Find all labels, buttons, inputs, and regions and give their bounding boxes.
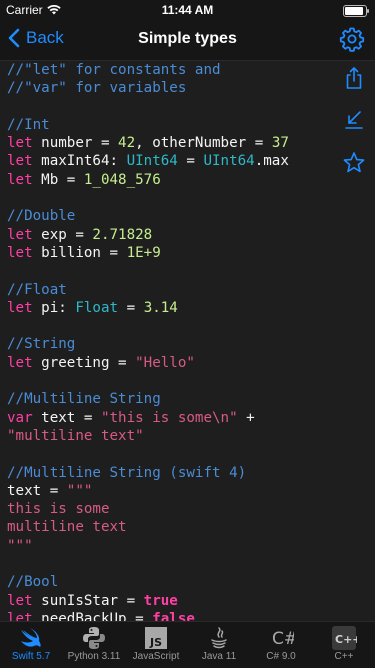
svg-text:C++: C++ bbox=[335, 633, 357, 646]
tab-label: Python 3.11 bbox=[67, 651, 121, 662]
code-keyword: true bbox=[143, 592, 178, 609]
code-text-token: , otherNumber = bbox=[135, 135, 272, 152]
code-keyword: let bbox=[7, 592, 33, 609]
code-keyword: let bbox=[7, 135, 33, 152]
code-text-token: exp = bbox=[32, 226, 93, 243]
code-keyword: let bbox=[7, 226, 33, 243]
collapse-icon[interactable] bbox=[341, 107, 367, 133]
code-keyword: false bbox=[152, 610, 195, 621]
code-number: 3.14 bbox=[143, 299, 178, 316]
code-comment: //String bbox=[7, 336, 76, 353]
code-type: UInt64 bbox=[203, 153, 255, 170]
code-string: this is some bbox=[7, 501, 110, 518]
tab-python[interactable]: Python 3.11 bbox=[63, 622, 125, 668]
code-type: UInt64 bbox=[126, 153, 178, 170]
code-keyword: var bbox=[7, 409, 33, 426]
code-text-token: number = bbox=[32, 135, 119, 152]
tab-label: C# 9.0 bbox=[266, 651, 296, 662]
tab-javascript[interactable]: JS JavaScript bbox=[125, 622, 187, 668]
share-icon[interactable] bbox=[341, 65, 367, 91]
code-text-token: maxInt64: bbox=[32, 153, 127, 170]
code-comment: //"var" for variables bbox=[7, 80, 187, 97]
tab-cpp[interactable]: C++ C++ bbox=[313, 622, 375, 668]
page-title: Simple types bbox=[138, 30, 237, 47]
code-keyword: let bbox=[7, 299, 33, 316]
tab-bar: Swift 5.7 Python 3.11 JS JavaScript Java bbox=[0, 621, 375, 668]
tab-csharp[interactable]: C# C# 9.0 bbox=[250, 622, 312, 668]
code-comment: //Bool bbox=[7, 574, 59, 591]
cpp-icon: C++ bbox=[332, 626, 357, 650]
code-keyword: let bbox=[7, 171, 33, 188]
python-icon bbox=[83, 627, 105, 649]
tab-swift[interactable]: Swift 5.7 bbox=[0, 622, 62, 668]
code-comment: //Double bbox=[7, 208, 76, 225]
code-text-token: text = bbox=[32, 409, 101, 426]
tab-label: Java 11 bbox=[201, 651, 237, 662]
navigation-bar: Back Simple types bbox=[0, 20, 375, 61]
code-keyword: let bbox=[7, 354, 33, 371]
swift-icon bbox=[21, 628, 41, 647]
code-text-token: text = bbox=[7, 482, 67, 499]
javascript-icon: JS bbox=[145, 627, 167, 649]
code-number: 42 bbox=[118, 135, 136, 152]
code-string: """ bbox=[7, 537, 33, 554]
code-number: 1E+9 bbox=[126, 244, 161, 261]
svg-text:C#: C# bbox=[272, 629, 294, 649]
gear-icon[interactable] bbox=[339, 26, 365, 52]
csharp-icon: C# bbox=[272, 629, 294, 649]
code-string: "this is some\n" bbox=[100, 409, 238, 426]
svg-text:JS: JS bbox=[149, 636, 162, 649]
code-text-token: Mb = bbox=[32, 171, 84, 188]
code-text-token: needBackUp = bbox=[32, 610, 153, 621]
tab-label: C++ bbox=[334, 651, 354, 662]
status-bar: Carrier 11:44 AM bbox=[0, 0, 375, 20]
code-number: 1_048_576 bbox=[83, 171, 161, 188]
battery-icon bbox=[343, 5, 369, 17]
code-text-token: greeting = bbox=[32, 354, 136, 371]
code-text-token: = bbox=[118, 299, 144, 316]
code-keyword: let bbox=[7, 610, 33, 621]
tab-label: JavaScript bbox=[132, 651, 180, 662]
code-comment: //Float bbox=[7, 281, 67, 298]
code-comment: //"let" for constants and bbox=[7, 62, 221, 78]
code-type: Float bbox=[75, 299, 119, 316]
code-comment: //Multiline String bbox=[7, 391, 161, 408]
code-keyword: let bbox=[7, 244, 33, 261]
code-string: "multiline text" bbox=[7, 427, 144, 444]
code-string: "Hello" bbox=[135, 354, 195, 371]
code-number: 2.71828 bbox=[92, 226, 153, 243]
code-text-token: = bbox=[177, 153, 204, 170]
code-text-token: pi: bbox=[32, 299, 76, 316]
code-text-token: + bbox=[237, 409, 255, 426]
code-text-token: .max bbox=[254, 153, 289, 170]
star-icon[interactable] bbox=[341, 150, 367, 176]
code-comment: //Int bbox=[7, 116, 50, 133]
code-string: multiline text bbox=[7, 519, 127, 536]
code-comment: //Multiline String (swift 4) bbox=[7, 464, 247, 481]
code-text: //"let" for constants and //"var" for va… bbox=[0, 61, 375, 621]
code-number: 37 bbox=[271, 135, 289, 152]
tab-java[interactable]: Java 11 bbox=[188, 622, 250, 668]
status-time: 11:44 AM bbox=[161, 3, 214, 17]
code-string: """ bbox=[66, 482, 93, 499]
code-keyword: let bbox=[7, 153, 33, 170]
code-text-token: billion = bbox=[32, 244, 127, 261]
tab-label: Swift 5.7 bbox=[11, 651, 51, 662]
code-view[interactable]: //"let" for constants and //"var" for va… bbox=[0, 61, 375, 621]
code-text-token: sunIsStar = bbox=[32, 592, 144, 609]
java-icon bbox=[211, 627, 227, 649]
